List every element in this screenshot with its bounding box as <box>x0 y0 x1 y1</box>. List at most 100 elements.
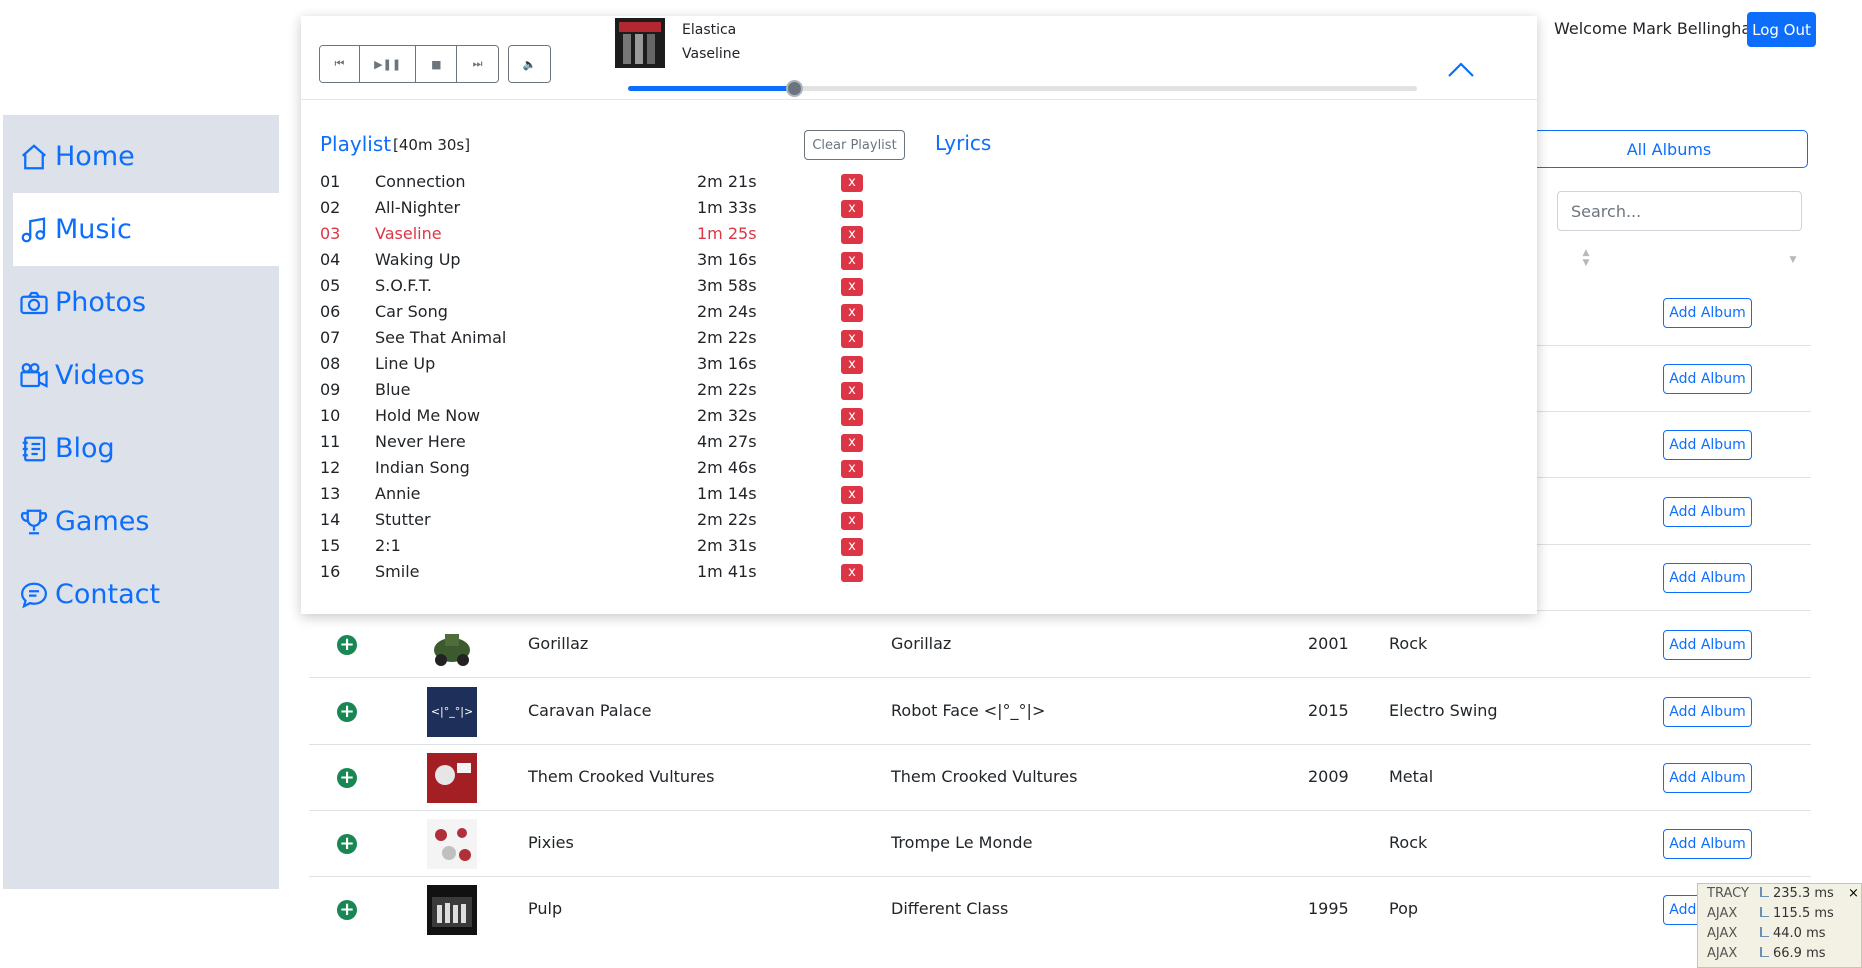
tracy-value: 44.0 ms <box>1773 926 1826 941</box>
tracy-row[interactable]: TRACY 235.3 ms <box>1698 884 1862 904</box>
logout-button[interactable]: Log Out <box>1747 12 1816 47</box>
remove-track-button[interactable]: x <box>841 278 863 296</box>
playlist-track[interactable]: 13 Annie 1m 14s x <box>320 482 880 508</box>
track-number: 08 <box>320 354 341 373</box>
progress-slider[interactable] <box>628 80 1417 97</box>
track-name: 2:1 <box>375 536 401 555</box>
remove-track-button[interactable]: x <box>841 460 863 478</box>
tracy-row[interactable]: AJAX 115.5 ms <box>1698 904 1862 924</box>
table-row: + Pixies Trompe Le Monde Rock Add Album <box>309 811 1811 877</box>
remove-track-button[interactable]: x <box>841 304 863 322</box>
sidebar-item-label: Photos <box>55 287 147 318</box>
remove-track-button[interactable]: x <box>841 538 863 556</box>
playlist-track[interactable]: 03 Vaseline 1m 25s x <box>320 222 880 248</box>
search-input[interactable] <box>1557 191 1802 231</box>
album-artist: Gorillaz <box>528 634 589 653</box>
track-number: 11 <box>320 432 341 451</box>
add-album-button[interactable]: Add Album <box>1663 364 1752 394</box>
tracy-row[interactable]: AJAX 66.9 ms <box>1698 944 1862 964</box>
play-pause-button[interactable]: ▶❚❚ <box>359 46 417 82</box>
sidebar-item-home[interactable]: Home <box>13 120 282 193</box>
add-album-button[interactable]: Add Album <box>1663 763 1752 793</box>
playlist-track[interactable]: 16 Smile 1m 41s x <box>320 560 880 586</box>
playlist-track[interactable]: 06 Car Song 2m 24s x <box>320 300 880 326</box>
add-album-button[interactable]: Add Album <box>1663 497 1752 527</box>
playlist-track[interactable]: 04 Waking Up 3m 16s x <box>320 248 880 274</box>
track-duration: 3m 58s <box>697 276 757 295</box>
add-album-button[interactable]: Add Album <box>1663 630 1752 660</box>
tracy-row[interactable]: AJAX 44.0 ms <box>1698 924 1862 944</box>
sidebar-item-photos[interactable]: Photos <box>13 266 282 339</box>
sidebar-item-games[interactable]: Games <box>13 485 282 558</box>
album-title: Gorillaz <box>891 634 952 653</box>
add-to-playlist-icon[interactable]: + <box>337 702 357 722</box>
playlist-track[interactable]: 08 Line Up 3m 16s x <box>320 352 880 378</box>
sidebar-item-contact[interactable]: Contact <box>13 558 282 631</box>
remove-track-button[interactable]: x <box>841 434 863 452</box>
remove-track-button[interactable]: x <box>841 174 863 192</box>
sidebar-item-videos[interactable]: Videos <box>13 339 282 412</box>
track-number: 16 <box>320 562 341 581</box>
remove-track-button[interactable]: x <box>841 226 863 244</box>
mute-button[interactable]: 🔈 <box>509 46 550 82</box>
remove-track-button[interactable]: x <box>841 512 863 530</box>
add-to-playlist-icon[interactable]: + <box>337 635 357 655</box>
clear-playlist-button[interactable]: Clear Playlist <box>804 130 905 160</box>
play-pause-icon: ▶❚❚ <box>374 57 402 71</box>
previous-button[interactable]: ⏮ <box>320 46 360 82</box>
close-icon[interactable]: × <box>1848 886 1859 901</box>
track-duration: 2m 24s <box>697 302 757 321</box>
progress-fill <box>628 86 794 91</box>
add-album-button[interactable]: Add Album <box>1663 430 1752 460</box>
playlist-track[interactable]: 11 Never Here 4m 27s x <box>320 430 880 456</box>
progress-handle[interactable] <box>785 80 803 97</box>
playlist-track[interactable]: 12 Indian Song 2m 46s x <box>320 456 880 482</box>
tracy-label: AJAX <box>1707 946 1738 961</box>
album-artist: Pulp <box>528 899 563 918</box>
sidebar-item-blog[interactable]: Blog <box>13 412 282 485</box>
remove-track-button[interactable]: x <box>841 200 863 218</box>
track-name: Waking Up <box>375 250 461 269</box>
playlist-track[interactable]: 07 See That Animal 2m 22s x <box>320 326 880 352</box>
add-to-playlist-icon[interactable]: + <box>337 900 357 920</box>
sidebar-item-music[interactable]: Music <box>13 193 282 266</box>
playlist-heading: Playlist <box>320 132 392 156</box>
remove-track-button[interactable]: x <box>841 564 863 582</box>
add-album-button[interactable]: Add Album <box>1663 298 1752 328</box>
playlist-track[interactable]: 10 Hold Me Now 2m 32s x <box>320 404 880 430</box>
add-album-button[interactable]: Add Album <box>1663 563 1752 593</box>
playlist-track[interactable]: 15 2:1 2m 31s x <box>320 534 880 560</box>
mute-control: 🔈 <box>508 45 551 83</box>
remove-track-button[interactable]: x <box>841 330 863 348</box>
journal-icon <box>22 436 46 461</box>
playlist-track[interactable]: 09 Blue 2m 22s x <box>320 378 880 404</box>
track-number: 01 <box>320 172 341 191</box>
next-button[interactable]: ⏭ <box>457 46 498 82</box>
remove-track-button[interactable]: x <box>841 408 863 426</box>
sort-icon[interactable]: ▲ ▼ <box>1581 248 1591 270</box>
tracy-label: AJAX <box>1707 906 1738 921</box>
playlist-track[interactable]: 14 Stutter 2m 22s x <box>320 508 880 534</box>
track-number: 03 <box>320 224 341 243</box>
add-album-button[interactable]: Add Album <box>1663 697 1752 727</box>
remove-track-button[interactable]: x <box>841 382 863 400</box>
remove-track-button[interactable]: x <box>841 252 863 270</box>
now-playing-artist: Elastica <box>682 22 737 38</box>
track-name: See That Animal <box>375 328 507 347</box>
album-thumbnail <box>427 753 477 803</box>
sort-icon[interactable]: ▼ <box>1788 255 1798 277</box>
add-album-button[interactable]: Add Album <box>1663 829 1752 859</box>
all-albums-button[interactable]: All Albums <box>1530 130 1808 168</box>
add-to-playlist-icon[interactable]: + <box>337 834 357 854</box>
sidebar: Home Music Photos Videos Blog Games Cont… <box>3 115 282 889</box>
add-to-playlist-icon[interactable]: + <box>337 768 357 788</box>
remove-track-button[interactable]: x <box>841 356 863 374</box>
track-number: 10 <box>320 406 341 425</box>
playlist-track[interactable]: 05 S.O.F.T. 3m 58s x <box>320 274 880 300</box>
track-number: 14 <box>320 510 341 529</box>
playlist-track[interactable]: 01 Connection 2m 21s x <box>320 170 880 196</box>
remove-track-button[interactable]: x <box>841 486 863 504</box>
playlist-track[interactable]: 02 All-Nighter 1m 33s x <box>320 196 880 222</box>
stop-button[interactable]: ■ <box>416 46 458 82</box>
chevron-up-icon[interactable] <box>1445 58 1477 82</box>
